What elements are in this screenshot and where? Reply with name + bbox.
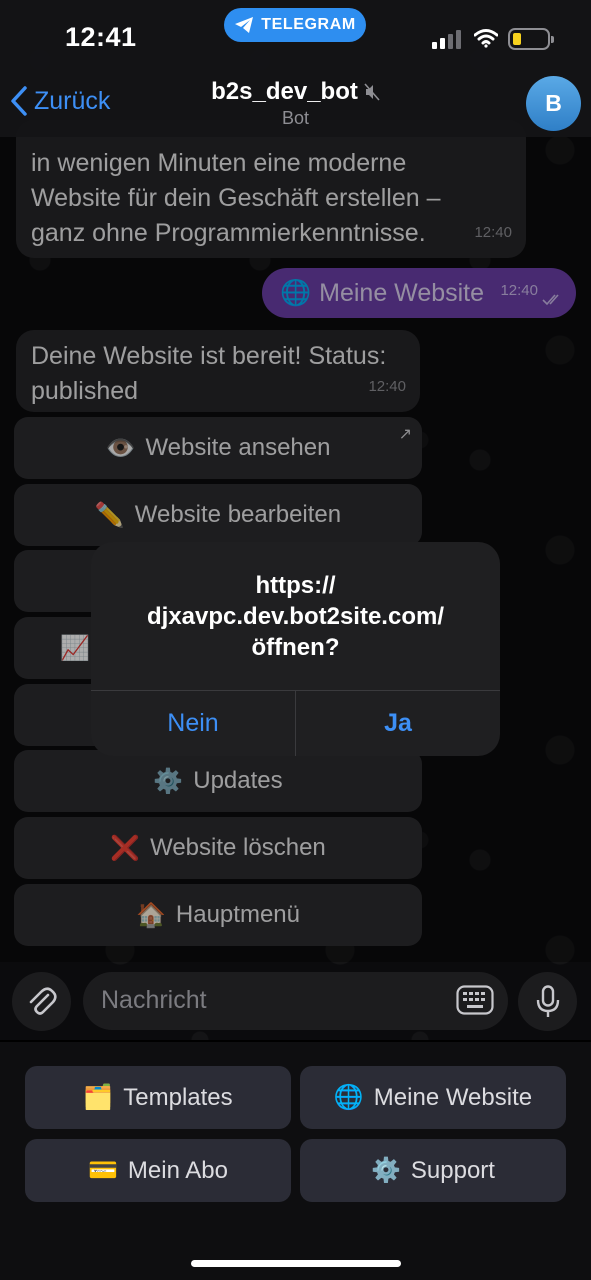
voice-record-button[interactable] bbox=[518, 972, 577, 1031]
chat-title: b2s_dev_bot bbox=[211, 78, 358, 105]
message-time: 12:40 bbox=[474, 224, 512, 241]
message-line: ganz ohne Programmierkenntnisse. bbox=[31, 219, 426, 247]
home-indicator[interactable] bbox=[191, 1260, 401, 1267]
inline-button-label: Website ansehen bbox=[145, 434, 331, 461]
keyboard-icon[interactable] bbox=[456, 985, 494, 1015]
alert-line: öffnen? bbox=[251, 634, 340, 661]
inline-button-label: Updates bbox=[193, 767, 283, 794]
message-line: published bbox=[31, 377, 139, 405]
reply-button-label: Templates bbox=[123, 1083, 233, 1111]
incoming-message: Deine Website ist bereit! Status: publis… bbox=[16, 330, 420, 412]
battery-icon bbox=[508, 28, 554, 50]
inline-button-main-menu[interactable]: 🏠 Hauptmenü bbox=[14, 884, 422, 946]
folder-icon: 🗂️ bbox=[83, 1084, 114, 1111]
chat-title-area[interactable]: b2s_dev_bot Bot bbox=[0, 78, 591, 129]
inline-button-edit-website[interactable]: ✏️ Website bearbeiten bbox=[14, 484, 422, 546]
message-placeholder: Nachricht bbox=[101, 986, 207, 1014]
inline-button-label: Website bearbeiten bbox=[134, 501, 342, 528]
reply-button-label: Mein Abo bbox=[127, 1156, 228, 1184]
message-time: 12:40 bbox=[368, 378, 406, 395]
pencil-icon: ✏️ bbox=[94, 501, 125, 529]
chat-subtitle: Bot bbox=[281, 108, 310, 128]
gear-icon: ⚙️ bbox=[153, 767, 184, 795]
alert-message: https:// djxavpc.dev.bot2site.com/ öffne… bbox=[91, 570, 500, 663]
avatar-letter: B bbox=[545, 90, 562, 116]
paper-plane-icon bbox=[235, 17, 254, 33]
message-input[interactable]: Nachricht bbox=[83, 972, 508, 1030]
return-app-label: TELEGRAM bbox=[261, 16, 356, 33]
cellular-signal-icon bbox=[432, 30, 462, 49]
return-to-app-pill[interactable]: TELEGRAM bbox=[224, 8, 366, 42]
credit-card-icon: 💳 bbox=[88, 1157, 118, 1184]
alert-line: https:// bbox=[255, 572, 336, 599]
message-line: in wenigen Minuten eine moderne bbox=[31, 149, 407, 177]
reply-button-templates[interactable]: 🗂️ Templates bbox=[25, 1066, 291, 1129]
cross-icon: ❌ bbox=[110, 834, 141, 862]
status-time: 12:41 bbox=[65, 22, 137, 52]
avatar[interactable]: B bbox=[526, 76, 581, 131]
message-time: 12:40 bbox=[500, 282, 538, 299]
alert-cancel-button[interactable]: Nein bbox=[91, 690, 295, 756]
wifi-icon bbox=[474, 29, 498, 48]
inline-button-updates[interactable]: ⚙️ Updates bbox=[14, 750, 422, 812]
reply-button-label: Meine Website bbox=[373, 1083, 533, 1111]
paperclip-icon bbox=[29, 986, 57, 1015]
alert-confirm-button[interactable]: Ja bbox=[296, 690, 500, 756]
inline-button-label: Website löschen bbox=[150, 834, 326, 861]
inline-button-delete-website[interactable]: ❌ Website löschen bbox=[14, 817, 422, 879]
muted-icon bbox=[364, 83, 380, 101]
house-icon: 🏠 bbox=[136, 901, 166, 929]
message-composer: Nachricht bbox=[0, 962, 591, 1042]
microphone-icon bbox=[536, 984, 559, 1017]
incoming-message: in wenigen Minuten eine moderne Website … bbox=[16, 120, 526, 258]
message-line: Website für dein Geschäft erstellen – bbox=[31, 184, 441, 212]
external-link-icon: ↗ bbox=[398, 426, 412, 443]
chart-up-icon: 📈 bbox=[60, 634, 90, 662]
alert-line: djxavpc.dev.bot2site.com/ bbox=[147, 603, 444, 630]
outgoing-message: 🌐 Meine Website 12:40 bbox=[262, 268, 576, 318]
attach-button[interactable] bbox=[12, 972, 71, 1031]
globe-icon: 🌐 bbox=[333, 1084, 364, 1111]
inline-button-label: Hauptmenü bbox=[175, 901, 300, 928]
gear-icon: ⚙️ bbox=[371, 1157, 401, 1184]
reply-button-subscription[interactable]: 💳 Mein Abo bbox=[25, 1139, 291, 1202]
eye-icon: 👁️ bbox=[105, 434, 136, 462]
reply-keyboard: 🗂️ Templates 🌐 Meine Website 💳 Mein Abo … bbox=[0, 1042, 591, 1280]
message-text: Meine Website bbox=[319, 278, 485, 307]
read-checkmarks-icon bbox=[542, 294, 559, 306]
reply-button-my-website[interactable]: 🌐 Meine Website bbox=[300, 1066, 566, 1129]
message-line: Deine Website ist bereit! Status: bbox=[31, 342, 387, 370]
open-link-alert: https:// djxavpc.dev.bot2site.com/ öffne… bbox=[91, 542, 500, 756]
status-bar: 12:41 TELEGRAM bbox=[0, 0, 591, 72]
globe-icon: 🌐 bbox=[280, 278, 312, 307]
reply-button-label: Support bbox=[410, 1156, 495, 1184]
reply-button-support[interactable]: ⚙️ Support bbox=[300, 1139, 566, 1202]
inline-button-view-website[interactable]: 👁️ Website ansehen ↗ bbox=[14, 417, 422, 479]
